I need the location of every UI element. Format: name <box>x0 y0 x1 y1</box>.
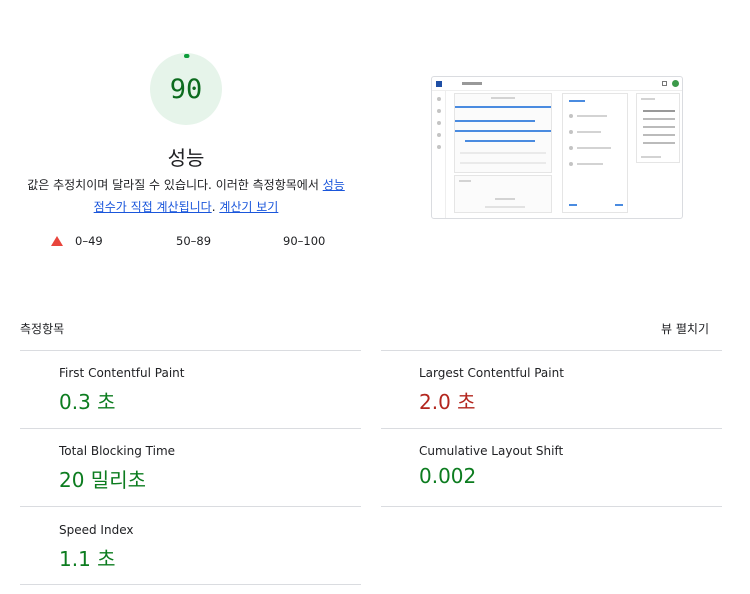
fail-triangle-icon <box>51 236 63 246</box>
metric-cls: Cumulative Layout Shift 0.002 <box>419 444 719 488</box>
metric-tbt: Total Blocking Time 20 밀리초 <box>59 444 359 493</box>
thumb-calendar-panel <box>454 93 552 173</box>
metrics-heading: 측정항목 <box>20 322 65 336</box>
thumb-mini-calendar <box>636 93 680 163</box>
metric-label: Speed Index <box>59 523 134 537</box>
metric-value: 1.1 초 <box>59 547 116 571</box>
divider <box>381 428 722 429</box>
metric-label: Total Blocking Time <box>59 444 176 458</box>
divider <box>20 506 361 507</box>
performance-title: 성능 <box>167 146 205 170</box>
thumb-sidebar <box>432 91 446 218</box>
legend-pass: 90–100 <box>283 234 325 248</box>
thumb-list-panel <box>454 175 552 213</box>
performance-description: 값은 추정치이며 달라질 수 있습니다. 이러한 측정항목에서 성능 점수가 직… <box>20 174 352 218</box>
metric-fcp: First Contentful Paint 0.3 초 <box>59 366 359 415</box>
metric-value: 0.3 초 <box>59 390 116 414</box>
legend-fail-label: 0–49 <box>75 234 103 248</box>
thumb-chat-panel <box>562 93 628 213</box>
expand-view-toggle[interactable]: 뷰 펼치기 <box>661 320 709 337</box>
divider <box>20 428 361 429</box>
metric-value: 2.0 초 <box>419 390 476 414</box>
metric-label: Largest Contentful Paint <box>419 366 564 380</box>
page-screenshot-thumbnail[interactable] <box>431 76 683 219</box>
metric-label: Cumulative Layout Shift <box>419 444 564 458</box>
divider <box>381 506 722 507</box>
description-text: 값은 추정치이며 달라질 수 있습니다. 이러한 측정항목에서 <box>27 178 323 192</box>
metric-value: 0.002 <box>419 464 477 488</box>
legend-average-label: 50–89 <box>176 234 212 248</box>
metric-si: Speed Index 1.1 초 <box>59 523 359 572</box>
legend-average: 50–89 <box>176 234 211 248</box>
calculator-link[interactable]: 계산기 보기 <box>219 200 278 214</box>
performance-score: 90 <box>169 73 203 105</box>
metric-value: 20 밀리초 <box>59 468 147 492</box>
thumb-topbar <box>432 77 682 91</box>
legend-fail: 0–49 <box>51 234 103 248</box>
divider <box>20 584 361 585</box>
legend-pass-label: 90–100 <box>283 234 326 248</box>
performance-gauge: 90 <box>149 52 223 126</box>
metric-label: First Contentful Paint <box>59 366 185 380</box>
metric-lcp: Largest Contentful Paint 2.0 초 <box>419 366 719 415</box>
divider <box>20 350 361 351</box>
divider <box>381 350 722 351</box>
